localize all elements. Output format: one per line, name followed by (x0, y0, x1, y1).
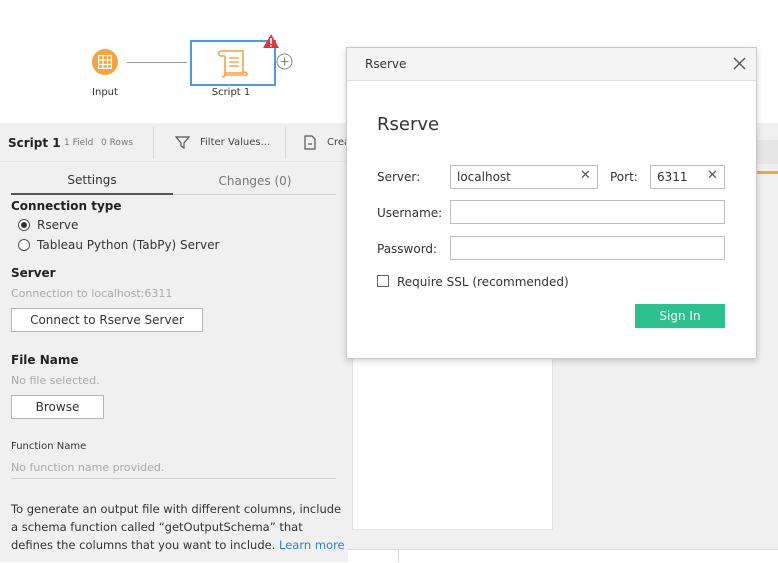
radio-rserve-label[interactable]: Rserve (37, 218, 78, 232)
server-title: Server (11, 266, 56, 280)
panel-title: Script 1 (8, 136, 61, 150)
server-input-value: localhost (457, 170, 511, 184)
file-status: No file selected. (11, 374, 100, 387)
dialog-titlebar: Rserve (347, 48, 756, 81)
function-divider (11, 478, 336, 479)
radio-selected-dot (21, 222, 27, 228)
password-input[interactable] (450, 236, 725, 260)
tab-divider (173, 194, 336, 195)
add-step-icon[interactable] (276, 53, 293, 70)
input-node-label: Input (92, 87, 118, 98)
function-status: No function name provided. (11, 461, 165, 474)
active-tab-indicator (11, 193, 173, 195)
port-label: Port: (610, 170, 638, 184)
filter-values-button[interactable]: Filter Values... (200, 137, 270, 148)
rserve-dialog: Rserve Rserve Server: localhost ✕ Port: … (346, 47, 757, 359)
server-label: Server: (377, 170, 421, 184)
script-node-label: Script 1 (211, 87, 251, 98)
info-line: a schema function called “getOutputSchem… (11, 520, 303, 534)
server-input[interactable]: localhost (450, 165, 598, 189)
require-ssl-checkbox[interactable] (377, 275, 389, 287)
grid-header-strip (755, 140, 778, 164)
dialog-heading: Rserve (377, 114, 440, 135)
orange-accent-bar (755, 171, 778, 174)
server-status: Connection to localhost:6311 (11, 287, 173, 300)
script-scroll-icon (217, 50, 248, 78)
panel-header: Script 1 1 Field 0 Rows Filter Values...… (0, 123, 348, 162)
tab-settings[interactable]: Settings (11, 173, 173, 187)
table-icon (98, 55, 112, 69)
filter-icon[interactable] (175, 135, 190, 150)
dialog-title: Rserve (365, 57, 407, 71)
username-input[interactable] (450, 200, 725, 224)
learn-more-link[interactable]: Learn more (279, 538, 345, 552)
warning-icon[interactable] (262, 33, 280, 49)
create-field-button[interactable]: Crea (327, 137, 348, 148)
port-input-value: 6311 (657, 170, 688, 184)
password-label: Password: (377, 242, 438, 256)
close-icon[interactable] (733, 57, 746, 70)
require-ssl-label[interactable]: Require SSL (recommended) (397, 275, 569, 289)
create-field-icon[interactable] (303, 135, 317, 150)
tab-changes[interactable]: Changes (0) (174, 174, 336, 188)
header-divider (285, 127, 286, 159)
flow-connector (127, 62, 187, 63)
sign-in-button[interactable]: Sign In (635, 304, 725, 328)
info-line: To generate an output file with differen… (11, 502, 342, 516)
row-count: 0 Rows (101, 138, 133, 148)
field-count: 1 Field (64, 138, 94, 148)
input-node[interactable] (92, 49, 118, 75)
clear-port-icon[interactable]: ✕ (707, 168, 718, 183)
schema-info-text: To generate an output file with differen… (11, 500, 346, 554)
function-name-title: Function Name (11, 441, 87, 452)
settings-panel (0, 123, 348, 562)
connect-rserve-button[interactable]: Connect to Rserve Server (11, 308, 203, 332)
radio-tabpy[interactable] (18, 239, 30, 251)
info-line: defines the columns that you want to inc… (11, 536, 346, 554)
header-divider (153, 127, 154, 159)
file-name-title: File Name (11, 353, 79, 367)
browse-button[interactable]: Browse (11, 395, 104, 419)
clear-server-icon[interactable]: ✕ (580, 168, 591, 183)
connection-type-title: Connection type (11, 199, 122, 213)
profile-card (352, 330, 553, 530)
bottom-grid-strip (348, 549, 778, 563)
radio-tabpy-label[interactable]: Tableau Python (TabPy) Server (37, 238, 219, 252)
username-label: Username: (377, 206, 443, 220)
info-line-text: defines the columns that you want to inc… (11, 538, 276, 552)
radio-rserve[interactable] (18, 219, 30, 231)
grid-divider (398, 550, 399, 562)
